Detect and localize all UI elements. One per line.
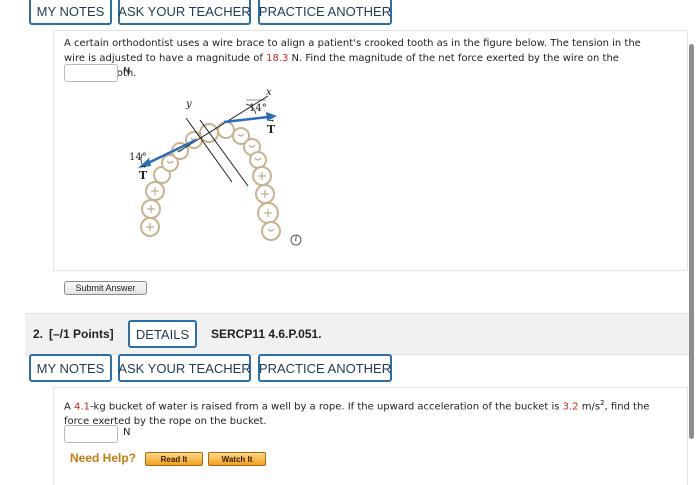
- question-2-number: 2.: [33, 327, 44, 341]
- x-axis-label: x: [266, 87, 272, 98]
- answer-unit-q2: N: [123, 427, 131, 438]
- tension-symbol-left: T: [138, 169, 148, 182]
- acceleration-value: 3.2: [562, 401, 579, 413]
- vertical-scrollbar[interactable]: [689, 44, 694, 439]
- details-button[interactable]: DETAILS: [128, 320, 197, 348]
- tension-value: 18.3: [266, 53, 289, 64]
- angle-label-right: 14°: [249, 103, 267, 114]
- tension-label-right: → T: [266, 116, 276, 136]
- tension-symbol-right: T: [266, 123, 276, 136]
- need-help-label: Need Help?: [70, 451, 137, 465]
- question-2-points: [–/1 Points]: [49, 327, 114, 341]
- y-axis-label: y: [186, 99, 192, 110]
- mass-value: 4.1: [74, 401, 90, 413]
- answer-input-q2[interactable]: [64, 425, 118, 443]
- submit-answer-button[interactable]: Submit Answer: [64, 281, 147, 295]
- tension-label-left: → T: [138, 162, 148, 182]
- ask-your-teacher-button-q2[interactable]: ASK YOUR TEACHER: [118, 354, 251, 382]
- q2-text-start: A: [64, 401, 75, 413]
- practice-another-button-q2[interactable]: PRACTICE ANOTHER: [258, 354, 392, 382]
- question-1-text: A certain orthodontist uses a wire brace…: [64, 36, 654, 81]
- my-notes-button[interactable]: MY NOTES: [29, 0, 112, 25]
- q2-unit-text: m/s: [578, 401, 601, 413]
- ask-your-teacher-button[interactable]: ASK YOUR TEACHER: [118, 0, 251, 25]
- my-notes-button-q2[interactable]: MY NOTES: [29, 354, 112, 382]
- practice-another-button[interactable]: PRACTICE ANOTHER: [258, 0, 392, 25]
- info-icon[interactable]: i: [293, 234, 299, 243]
- answer-input-q1[interactable]: [64, 64, 118, 82]
- question-2-code: SERCP11 4.6.P.051.: [211, 327, 322, 341]
- answer-unit-q1: N: [123, 66, 131, 77]
- read-it-button[interactable]: Read It: [145, 452, 203, 466]
- question-2-text: A 4.1-kg bucket of water is raised from …: [64, 396, 664, 429]
- watch-it-button[interactable]: Watch It: [208, 452, 266, 466]
- q2-text-middle: -kg bucket of water is raised from a wel…: [89, 401, 563, 413]
- question-2-header: [25, 313, 690, 355]
